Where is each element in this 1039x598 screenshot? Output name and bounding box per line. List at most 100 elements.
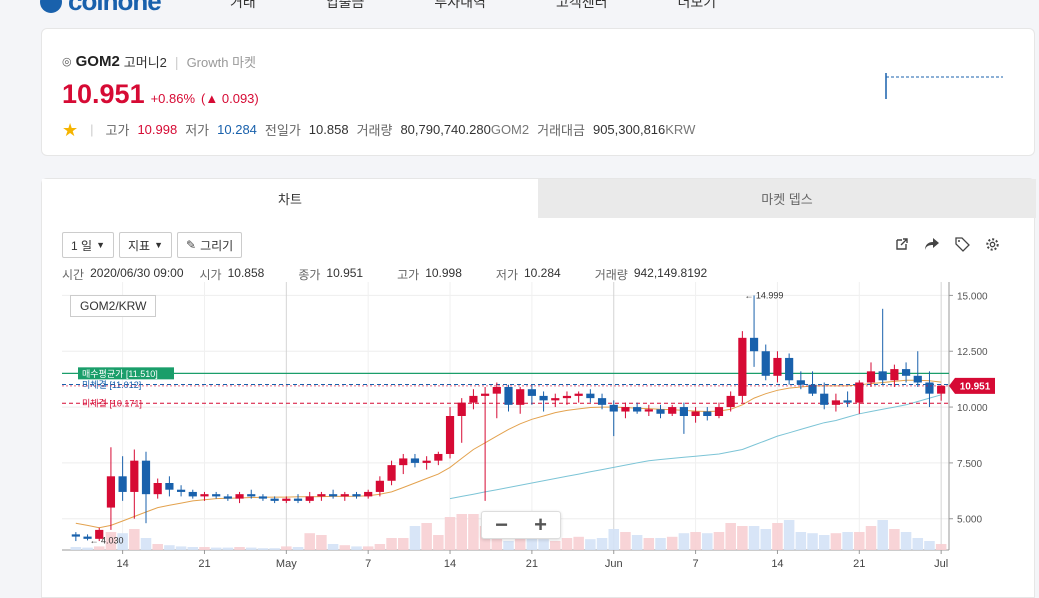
volume-bar (93, 546, 105, 550)
candle-body (247, 494, 256, 497)
indicator-dropdown[interactable]: 지표 ▼ (118, 232, 172, 258)
nav-item-support[interactable]: 고객센터 (556, 0, 608, 12)
ohlc-low: 10.284 (524, 266, 561, 280)
candle-body (820, 393, 829, 405)
volume-bar (842, 532, 853, 550)
high-label: 고가 (105, 123, 130, 138)
mini-price-chart (885, 73, 1003, 99)
x-tick-label: 21 (198, 558, 210, 570)
candle-body (329, 494, 338, 497)
candle-body (141, 460, 151, 495)
candle-body (481, 393, 490, 396)
candle-body (773, 357, 782, 376)
candle-body (106, 476, 116, 508)
volume-bar (760, 529, 772, 550)
candle-body (609, 404, 618, 412)
interval-dropdown[interactable]: 1 일 ▼ (62, 232, 114, 258)
volume-bar (164, 545, 175, 550)
high-value: 10.998 (137, 122, 178, 137)
coinone-logo[interactable]: coinone (40, 0, 162, 14)
candle-body (668, 407, 677, 414)
volume-unit: GOM2 (490, 122, 530, 137)
volume-bar (561, 538, 573, 550)
ohlc-low-label: 저가 (495, 268, 518, 282)
volume-bar (187, 547, 199, 550)
candle-body (434, 453, 443, 461)
volume-bar (222, 547, 234, 550)
volume-bar (912, 538, 924, 550)
candle-body (469, 395, 478, 403)
candle-body (410, 458, 420, 463)
candle-body (551, 398, 560, 401)
tab-chart[interactable]: 차트 (42, 179, 538, 218)
zoom-in-button[interactable]: + (534, 514, 547, 536)
ohlc-close-label: 종가 (298, 268, 321, 282)
candle-body (258, 496, 268, 499)
candle-body (831, 400, 841, 405)
draw-button[interactable]: ✎ 그리기 (177, 232, 243, 258)
volume-bar (702, 533, 713, 550)
candle-body (633, 407, 642, 412)
volume-bar (129, 529, 140, 550)
candle-body (796, 380, 805, 385)
volume-bar (304, 533, 315, 550)
nav-item-history[interactable]: 투자내역 (434, 0, 486, 12)
volume-bar (421, 523, 432, 550)
volume-bar (631, 535, 643, 550)
title-divider: | (174, 53, 179, 70)
popout-icon[interactable] (894, 236, 910, 252)
volume-bar (210, 547, 222, 550)
volume-bar (444, 517, 456, 550)
candle-body (925, 382, 934, 394)
volume-bar (152, 544, 163, 550)
nav-item-more[interactable]: 더보기 (677, 0, 716, 12)
nav-item-trade[interactable]: 거래 (230, 0, 256, 12)
volume-bar (643, 538, 655, 550)
y-tick-label: 12.500 (957, 347, 988, 358)
indicator-label: 지표 (127, 238, 151, 253)
candle-body (504, 386, 513, 405)
volume-bar (82, 547, 93, 550)
candle-body (656, 409, 665, 414)
volume-bar (175, 546, 187, 550)
volume-bar (397, 538, 409, 550)
nav-item-deposit[interactable]: 입출금 (326, 0, 365, 12)
candle-body (457, 402, 466, 416)
candle-body (726, 395, 735, 408)
stats-divider: | (90, 122, 94, 137)
volume-bar (269, 548, 280, 550)
candle-body (703, 411, 712, 416)
share-icon[interactable] (924, 236, 940, 252)
favorite-star-icon[interactable]: ★ (62, 121, 78, 139)
x-tick-label: 14 (116, 558, 128, 570)
candle-body (387, 465, 396, 481)
settings-gear-icon[interactable] (984, 236, 1000, 252)
y-tick-label: 7.500 (957, 459, 982, 470)
tag-icon[interactable] (954, 236, 970, 252)
candle-body (644, 409, 653, 412)
candle-body (317, 494, 326, 497)
volume-bar (70, 547, 82, 550)
volume-bar (900, 532, 912, 550)
volume-bar (550, 541, 561, 550)
ohlc-high: 10.998 (425, 266, 462, 280)
x-tick-label: 14 (444, 558, 456, 570)
volume-bar (339, 545, 351, 550)
x-tick-label: May (276, 558, 297, 570)
change-amount: (▲ 0.093) (201, 91, 259, 106)
candle-body (492, 386, 501, 394)
candle-body (516, 389, 525, 405)
reference-line-label: 매수평균가 [11.510] (82, 369, 158, 379)
zoom-out-button[interactable]: − (495, 514, 508, 536)
draw-label: 그리기 (200, 238, 234, 253)
candle-body (901, 369, 911, 376)
candle-body (118, 476, 127, 492)
volume-bar (234, 547, 245, 550)
caret-down-icon: ▼ (154, 240, 163, 250)
coin-symbol: GOM2 (75, 53, 120, 70)
caret-down-icon: ▼ (96, 240, 105, 250)
prev-label: 전일가 (264, 123, 301, 138)
volume-bar (199, 547, 210, 550)
volume-bar (877, 520, 888, 550)
tab-market-depth[interactable]: 마켓 뎁스 (538, 179, 1036, 218)
